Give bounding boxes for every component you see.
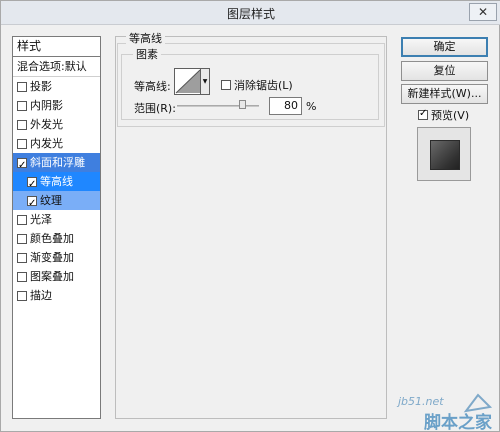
contour-curve-icon [175,69,201,94]
antialias-option[interactable]: 消除锯齿(L) [221,77,293,93]
checkbox-icon[interactable] [17,81,27,92]
checkbox-icon[interactable] [17,233,27,244]
watermark: jb51.net 脚本之家 [396,393,496,432]
style-item-stroke[interactable]: 描边 [13,286,100,305]
checkbox-icon[interactable] [17,138,27,149]
style-item-label: 内阴影 [30,99,63,112]
watermark-logo-icon [463,393,493,413]
style-list-header[interactable]: 样式 [13,37,100,57]
style-item-contour[interactable]: 等高线 [13,172,100,194]
range-unit: % [306,100,317,113]
style-item-label: 图案叠加 [30,270,74,283]
range-slider-thumb[interactable] [239,100,247,109]
checkbox-icon[interactable] [221,80,231,90]
range-input[interactable]: 80 [269,97,302,115]
style-item-gradient-overlay[interactable]: 渐变叠加 [13,248,100,267]
style-item-pattern-overlay[interactable]: 图案叠加 [13,267,100,286]
blend-options-item[interactable]: 混合选项:默认 [13,57,100,77]
reset-button[interactable]: 复位 [401,61,488,81]
contour-dropdown-button[interactable]: ▼ [200,68,210,95]
title-bar: 图层样式 ✕ [1,1,500,25]
style-item-inner-shadow[interactable]: 内阴影 [13,96,100,115]
preview-thumbnail [430,140,460,170]
style-item-label: 光泽 [30,213,52,226]
style-item-color-overlay[interactable]: 颜色叠加 [13,229,100,248]
range-slider-track[interactable] [177,105,259,107]
contour-section-title: 等高线 [126,30,165,46]
style-item-label: 纹理 [40,194,62,207]
style-item-label: 渐变叠加 [30,251,74,264]
checkbox-icon[interactable] [17,119,27,130]
checkbox-icon[interactable] [418,108,428,120]
layer-style-dialog: 图层样式 ✕ 样式 混合选项:默认 投影 内阴影 外发光 内发光 斜面和浮雕 [0,0,500,432]
preview-option[interactable]: 预览(V) [418,107,469,123]
style-item-label: 斜面和浮雕 [30,156,85,169]
style-item-drop-shadow[interactable]: 投影 [13,77,100,96]
contour-label: 等高线: [134,80,171,93]
style-item-texture[interactable]: 纹理 [13,191,100,213]
checkbox-icon[interactable] [17,252,27,263]
range-label: 范围(R): [134,102,176,115]
checkbox-icon[interactable] [17,100,27,111]
checkbox-icon[interactable] [17,290,27,301]
style-item-outer-glow[interactable]: 外发光 [13,115,100,134]
ok-button[interactable]: 确定 [401,37,488,57]
style-item-satin[interactable]: 光泽 [13,210,100,229]
window-title: 图层样式 [226,7,275,21]
checkbox-icon[interactable] [17,214,27,225]
elements-group-title: 图素 [133,46,161,62]
style-item-label: 外发光 [30,118,63,131]
preview-label: 预览(V) [431,109,470,122]
style-item-inner-glow[interactable]: 内发光 [13,134,100,153]
watermark-url: jb51.net [398,395,444,408]
style-item-label: 描边 [30,289,52,302]
style-list: 样式 混合选项:默认 投影 内阴影 外发光 内发光 斜面和浮雕 等高线 纹理 [12,36,101,419]
style-item-bevel-emboss[interactable]: 斜面和浮雕 [13,153,100,175]
style-item-label: 内发光 [30,137,63,150]
triangle-down-icon: ▼ [202,78,208,85]
style-item-label: 颜色叠加 [30,232,74,245]
new-style-button[interactable]: 新建样式(W)... [401,84,488,104]
style-item-label: 投影 [30,80,52,93]
checkbox-icon[interactable] [27,194,37,213]
checkbox-icon[interactable] [17,156,27,175]
style-item-label: 等高线 [40,175,73,188]
checkbox-icon[interactable] [17,271,27,282]
close-icon: ✕ [477,5,489,19]
close-button[interactable]: ✕ [469,3,497,21]
style-preview-swatch [417,127,471,181]
antialias-label: 消除锯齿(L) [234,79,293,92]
checkbox-icon[interactable] [27,175,37,194]
